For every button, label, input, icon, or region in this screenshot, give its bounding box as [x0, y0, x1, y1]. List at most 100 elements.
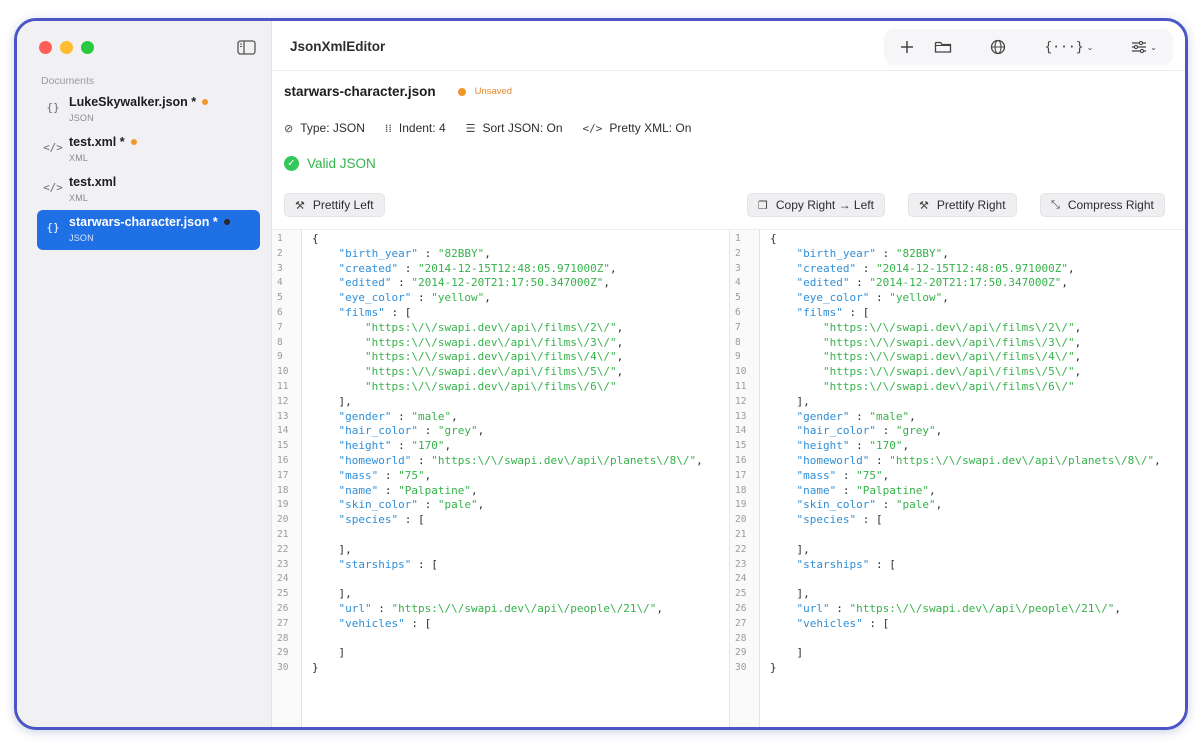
sidebar-document-item[interactable]: </> test.xml * XML — [37, 130, 260, 170]
json-punctuation: : — [875, 498, 896, 512]
folder-icon[interactable] — [926, 33, 960, 61]
json-punctuation: : — [869, 453, 890, 467]
json-punctuation: , — [1074, 350, 1082, 364]
prettify-right-button[interactable]: ⚒ Prettify Right — [908, 193, 1017, 217]
code-text: "homeworld" : "https:\/\/swapi.dev\/api\… — [770, 454, 1161, 469]
json-punctuation: , — [1154, 453, 1161, 467]
code-text: "gender" : "male", — [312, 410, 458, 425]
code-text: "https:\/\/swapi.dev\/api\/films\/3\/", — [770, 336, 1081, 351]
line-number: 5 — [735, 292, 741, 304]
json-string: "yellow" — [889, 291, 943, 305]
line-number: 10 — [277, 366, 289, 378]
json-key: "name" — [796, 483, 837, 497]
json-key: "height" — [796, 439, 850, 453]
json-key: "created" — [338, 261, 399, 275]
json-key: "gender" — [338, 409, 392, 423]
json-string: "170" — [411, 439, 445, 453]
json-punctuation: , — [1061, 276, 1069, 290]
code-text: "https:\/\/swapi.dev\/api\/films\/3\/", — [312, 336, 623, 351]
line-number: 13 — [735, 410, 747, 422]
copy-right-to-left-button[interactable]: ❐ Copy Right → Left — [747, 193, 885, 217]
braces-menu-icon[interactable]: {···} ⌄ — [1036, 33, 1101, 61]
left-editor[interactable]: 1{2 "birth_year" : "82BBY", 3 "created" :… — [272, 230, 730, 727]
json-string: "male" — [869, 409, 910, 423]
json-punctuation: , — [942, 291, 949, 305]
json-string: "https:\/\/swapi.dev\/api\/films\/5\/" — [822, 365, 1075, 379]
compress-right-button[interactable]: ⤡ Compress Right — [1040, 193, 1165, 217]
line-number: 25 — [277, 588, 289, 600]
json-punctuation — [770, 365, 823, 378]
code-text: "mass" : "75", — [770, 469, 890, 484]
code-text: "gender" : "male", — [770, 410, 916, 425]
line-number: 19 — [277, 499, 289, 511]
code-text: "https:\/\/swapi.dev\/api\/films\/5\/", — [312, 365, 623, 380]
json-punctuation: : — [398, 261, 418, 275]
json-key: "starships" — [796, 557, 870, 571]
code-line: 24 — [730, 572, 1185, 587]
line-number: 13 — [277, 410, 289, 422]
sliders-menu-icon[interactable]: ⌄ — [1123, 33, 1165, 61]
code-text: "skin_color" : "pale", — [770, 498, 943, 513]
json-punctuation: , — [935, 498, 943, 512]
code-line: 17 "mass" : "75", — [730, 469, 1185, 484]
json-punctuation — [312, 454, 339, 467]
minimize-window-button[interactable] — [60, 41, 73, 54]
json-punctuation: ], — [770, 394, 810, 408]
json-key: "films" — [338, 305, 385, 319]
prettify-left-button[interactable]: ⚒ Prettify Left — [284, 193, 385, 217]
code-area[interactable]: 1{2 "birth_year" : "82BBY", 3 "created" :… — [730, 232, 1185, 676]
code-line: 3 "created" : "2014-12-15T12:48:05.97100… — [730, 262, 1185, 277]
close-window-button[interactable] — [39, 41, 52, 54]
json-string: "2014-12-15T12:48:05.971000Z" — [417, 261, 611, 275]
unsaved-status: Unsaved — [457, 86, 512, 97]
json-punctuation: : [ — [856, 513, 883, 527]
code-line: 12 ], — [730, 395, 1185, 410]
line-number: 28 — [735, 632, 747, 644]
plus-icon[interactable] — [892, 33, 922, 61]
line-number: 22 — [735, 543, 747, 555]
pretty-xml-setting[interactable]: </> Pretty XML: On — [583, 121, 692, 135]
json-punctuation — [312, 602, 339, 615]
sidebar-document-item[interactable]: </> test.xml XML — [37, 170, 260, 210]
pretty-xml-label: Pretty XML: On — [609, 121, 692, 135]
code-line: 4 "edited" : "2014-12-20T21:17:50.347000… — [272, 276, 729, 291]
code-line: 27 "vehicles" : [ — [272, 617, 729, 632]
line-number: 4 — [277, 277, 283, 289]
json-string: "https:\/\/swapi.dev\/api\/films\/3\/" — [822, 335, 1075, 349]
code-line: 19 "skin_color" : "pale", — [730, 498, 1185, 513]
right-editor[interactable]: 1{2 "birth_year" : "82BBY", 3 "created" :… — [730, 230, 1185, 727]
sidebar-document-item[interactable]: {} LukeSkywalker.json * JSON — [37, 90, 260, 130]
code-text: ], — [770, 394, 810, 410]
json-punctuation — [312, 291, 339, 304]
indent-setting[interactable]: ⁞⁞ Indent: 4 — [385, 121, 446, 135]
json-punctuation: : — [869, 291, 890, 305]
json-punctuation: : [ — [842, 305, 870, 319]
documents-section-label: Documents — [41, 75, 95, 87]
json-key: "skin_color" — [796, 498, 876, 512]
sort-setting[interactable]: ☰ Sort JSON: On — [466, 121, 563, 135]
json-punctuation: : — [849, 439, 870, 453]
json-punctuation: : — [849, 409, 870, 423]
json-punctuation: { — [312, 232, 319, 245]
line-number: 29 — [735, 647, 747, 659]
json-punctuation — [770, 306, 797, 319]
json-punctuation — [312, 380, 365, 393]
sidebar-document-item[interactable]: {} starwars-character.json * JSON — [37, 210, 260, 250]
type-setting[interactable]: ⊘ Type: JSON — [284, 121, 365, 135]
type-label: Type: JSON — [300, 121, 365, 135]
json-key: "hair_color" — [796, 424, 876, 438]
globe-icon[interactable] — [982, 33, 1014, 61]
code-line: 26 "url" : "https:\/\/swapi.dev\/api\/pe… — [272, 602, 729, 617]
json-punctuation: , — [616, 350, 624, 364]
code-line: 27 "vehicles" : [ — [730, 617, 1185, 632]
code-line: 30} — [272, 661, 729, 676]
code-line: 22 ], — [272, 543, 729, 558]
line-number: 26 — [277, 602, 289, 614]
json-punctuation: , — [1068, 261, 1075, 275]
zoom-window-button[interactable] — [81, 41, 94, 54]
sidebar-toggle-icon[interactable] — [237, 40, 256, 55]
code-line: 23 "starships" : [ — [272, 558, 729, 573]
code-area[interactable]: 1{2 "birth_year" : "82BBY", 3 "created" :… — [272, 232, 729, 676]
json-string: "Palpatine" — [398, 483, 471, 497]
json-punctuation — [770, 247, 797, 260]
